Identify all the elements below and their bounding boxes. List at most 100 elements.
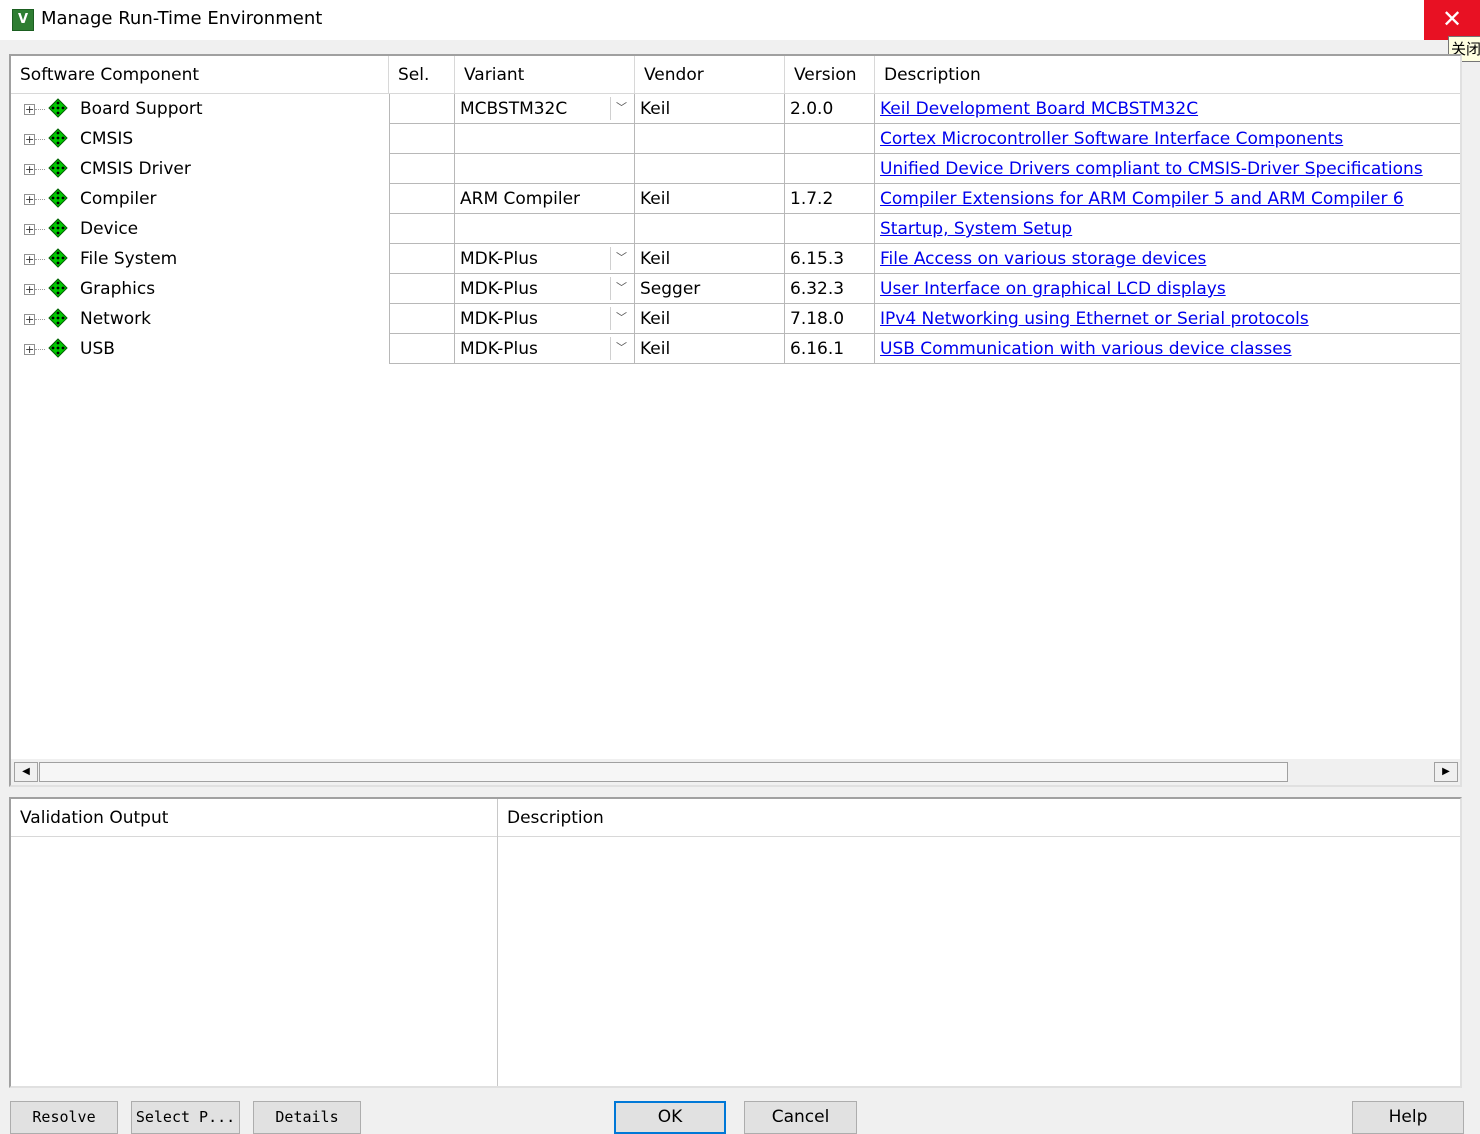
- component-icon: [48, 188, 68, 208]
- component-icon: [48, 248, 68, 268]
- expand-plus-icon[interactable]: +: [24, 194, 35, 205]
- validation-panel: Validation Output Description: [9, 797, 1462, 1088]
- details-button[interactable]: Details: [253, 1101, 361, 1134]
- description-link[interactable]: IPv4 Networking using Ethernet or Serial…: [880, 309, 1309, 329]
- vendor-cell: Keil: [635, 94, 785, 124]
- description-link[interactable]: File Access on various storage devices: [880, 249, 1206, 269]
- app-icon: V: [12, 9, 34, 31]
- description-cell: User Interface on graphical LCD displays: [875, 274, 1460, 304]
- chevron-down-icon[interactable]: ﹀: [610, 97, 632, 120]
- variant-cell[interactable]: MDK-Plus ﹀: [455, 334, 635, 364]
- variant-value: MDK-Plus: [460, 249, 538, 269]
- component-icon: [48, 278, 68, 298]
- table-row[interactable]: + File System MDK-Plus ﹀ Keil 6.15.3 File Acce…: [11, 244, 1460, 274]
- vendor-value: Keil: [640, 339, 671, 359]
- version-value: 6.16.1: [790, 339, 845, 359]
- description-cell: File Access on various storage devices: [875, 244, 1460, 274]
- table-row[interactable]: + USB MDK-Plus ﹀ Keil 6.16.1 USB Communication…: [11, 334, 1460, 364]
- table-row[interactable]: + Device Startup, System Setup: [11, 214, 1460, 244]
- scroll-left-arrow-icon[interactable]: ◀: [14, 762, 38, 782]
- chevron-down-icon[interactable]: ﹀: [610, 277, 632, 300]
- table-row[interactable]: + Network MDK-Plus ﹀ Keil 7.18.0 IPv4 Networki…: [11, 304, 1460, 334]
- expand-plus-icon[interactable]: +: [24, 284, 35, 295]
- column-header-software-component[interactable]: Software Component: [11, 56, 389, 94]
- expand-plus-icon[interactable]: +: [24, 224, 35, 235]
- version-cell: 6.16.1: [785, 334, 875, 364]
- description-link[interactable]: Unified Device Drivers compliant to CMSI…: [880, 159, 1423, 179]
- table-row[interactable]: + CMSIS Driver Unified Device Drivers comp…: [11, 154, 1460, 184]
- tree-connector: [35, 199, 45, 200]
- component-cell: + Compiler: [11, 184, 389, 214]
- component-cell: + Graphics: [11, 274, 389, 304]
- window-title: Manage Run-Time Environment: [41, 8, 323, 29]
- help-button[interactable]: Help: [1352, 1101, 1464, 1134]
- title-bar: V Manage Run-Time Environment ✕: [0, 0, 1480, 40]
- sel-cell[interactable]: [389, 334, 455, 364]
- cancel-button[interactable]: Cancel: [744, 1101, 857, 1134]
- scroll-right-arrow-icon[interactable]: ▶: [1434, 762, 1458, 782]
- component-name: Network: [80, 309, 151, 329]
- column-header-variant[interactable]: Variant: [455, 56, 635, 94]
- vendor-cell: [635, 124, 785, 154]
- description-link[interactable]: USB Communication with various device cl…: [880, 339, 1292, 359]
- sel-cell[interactable]: [389, 124, 455, 154]
- expand-plus-icon[interactable]: +: [24, 104, 35, 115]
- description-link[interactable]: Cortex Microcontroller Software Interfac…: [880, 129, 1343, 149]
- variant-cell[interactable]: MDK-Plus ﹀: [455, 274, 635, 304]
- table-row[interactable]: + Compiler ARM Compiler Keil 1.7.2 Compiler E…: [11, 184, 1460, 214]
- expand-plus-icon[interactable]: +: [24, 254, 35, 265]
- component-cell: + CMSIS Driver: [11, 154, 389, 184]
- close-button[interactable]: ✕: [1424, 0, 1480, 40]
- variant-value: MDK-Plus: [460, 339, 538, 359]
- description-link[interactable]: Keil Development Board MCBSTM32C: [880, 99, 1198, 119]
- component-icon: [48, 308, 68, 328]
- table-row[interactable]: + Graphics MDK-Plus ﹀ Segger 6.32.3 User Inter…: [11, 274, 1460, 304]
- chevron-down-icon[interactable]: ﹀: [610, 337, 632, 360]
- sel-cell[interactable]: [389, 184, 455, 214]
- table-row[interactable]: + CMSIS Cortex Microcontroller Software In…: [11, 124, 1460, 154]
- column-header-sel[interactable]: Sel.: [389, 56, 455, 94]
- tree-connector: [35, 259, 45, 260]
- column-header-validation-output[interactable]: Validation Output: [11, 799, 497, 837]
- column-header-vendor[interactable]: Vendor: [635, 56, 785, 94]
- version-cell: 2.0.0: [785, 94, 875, 124]
- expand-plus-icon[interactable]: +: [24, 164, 35, 175]
- version-cell: 7.18.0: [785, 304, 875, 334]
- sel-cell[interactable]: [389, 244, 455, 274]
- sel-cell[interactable]: [389, 94, 455, 124]
- version-cell: [785, 124, 875, 154]
- horizontal-scrollbar[interactable]: ◀ ▶: [11, 759, 1460, 785]
- table-row[interactable]: + Board Support MCBSTM32C ﹀ Keil 2.0.0 Keil De…: [11, 94, 1460, 124]
- sel-cell[interactable]: [389, 154, 455, 184]
- variant-cell[interactable]: MDK-Plus ﹀: [455, 244, 635, 274]
- resolve-button[interactable]: Resolve: [10, 1101, 118, 1134]
- chevron-down-icon[interactable]: ﹀: [610, 247, 632, 270]
- description-link[interactable]: User Interface on graphical LCD displays: [880, 279, 1226, 299]
- column-header-validation-description[interactable]: Description: [498, 799, 1460, 837]
- ok-button[interactable]: OK: [614, 1101, 726, 1134]
- chevron-down-icon[interactable]: ﹀: [610, 307, 632, 330]
- tree-connector: [35, 229, 45, 230]
- select-packs-button[interactable]: Select P...: [131, 1101, 240, 1134]
- sel-cell[interactable]: [389, 304, 455, 334]
- expand-plus-icon[interactable]: +: [24, 344, 35, 355]
- vendor-value: Keil: [640, 309, 671, 329]
- version-cell: 6.15.3: [785, 244, 875, 274]
- version-value: 1.7.2: [790, 189, 834, 209]
- description-link[interactable]: Startup, System Setup: [880, 219, 1072, 239]
- column-header-version[interactable]: Version: [785, 56, 875, 94]
- component-name: File System: [80, 249, 178, 269]
- expand-plus-icon[interactable]: +: [24, 134, 35, 145]
- component-icon: [48, 128, 68, 148]
- component-cell: + Device: [11, 214, 389, 244]
- column-header-description[interactable]: Description: [875, 56, 1460, 94]
- scrollbar-thumb[interactable]: [39, 762, 1288, 782]
- description-link[interactable]: Compiler Extensions for ARM Compiler 5 a…: [880, 189, 1404, 209]
- variant-cell[interactable]: MCBSTM32C ﹀: [455, 94, 635, 124]
- vendor-cell: Keil: [635, 244, 785, 274]
- variant-cell[interactable]: MDK-Plus ﹀: [455, 304, 635, 334]
- sel-cell[interactable]: [389, 214, 455, 244]
- version-cell: 6.32.3: [785, 274, 875, 304]
- expand-plus-icon[interactable]: +: [24, 314, 35, 325]
- sel-cell[interactable]: [389, 274, 455, 304]
